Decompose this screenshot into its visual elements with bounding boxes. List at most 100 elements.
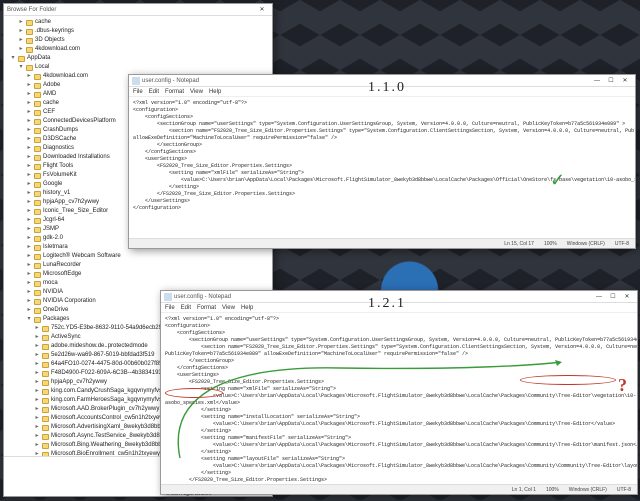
tree-node[interactable]: ▸3D Objects <box>6 36 270 45</box>
twisty-icon[interactable]: ▸ <box>26 216 32 225</box>
folder-icon <box>26 47 33 53</box>
twisty-icon[interactable]: ▸ <box>26 252 32 261</box>
twisty-icon[interactable]: ▸ <box>26 279 32 288</box>
twisty-icon[interactable]: ▸ <box>34 378 40 387</box>
twisty-icon[interactable]: ▸ <box>26 117 32 126</box>
tree-label: Microsoft.AAD.BrokerPlugin_cv7h2ywwy <box>51 405 159 414</box>
tree-label: NVIDIA <box>43 288 63 297</box>
np1-statusbar: Ln 15, Col 17 100% Windows (CRLF) UTF-8 <box>129 238 635 248</box>
twisty-icon[interactable]: ▾ <box>26 315 32 324</box>
tree-label: adobe.mideshow.de..protectedmode <box>51 342 148 351</box>
twisty-icon[interactable]: ▾ <box>10 54 16 63</box>
folder-icon <box>34 272 41 278</box>
maximize-icon[interactable]: ☐ <box>604 75 618 86</box>
tree-node[interactable]: ▸.dbus-keyrings <box>6 27 270 36</box>
folder-icon <box>34 119 41 125</box>
tree-label: Logitech® Webcam Software <box>43 252 121 261</box>
twisty-icon[interactable]: ▸ <box>34 423 40 432</box>
twisty-icon[interactable]: ▸ <box>26 225 32 234</box>
folder-icon <box>26 38 33 44</box>
folder-icon <box>34 173 41 179</box>
twisty-icon[interactable]: ▸ <box>34 369 40 378</box>
tree-label: CEF <box>43 108 55 117</box>
twisty-icon[interactable]: ▸ <box>18 45 24 54</box>
tree-label: Iconic_Tree_Size_Editor <box>43 207 108 216</box>
twisty-icon[interactable]: ▸ <box>34 414 40 423</box>
twisty-icon[interactable]: ▸ <box>26 99 32 108</box>
twisty-icon[interactable]: ▸ <box>34 333 40 342</box>
twisty-icon[interactable]: ▸ <box>26 81 32 90</box>
np1-textarea[interactable]: <?xml version="1.0" encoding="utf-8"?> <… <box>129 97 635 215</box>
menu-file[interactable]: File <box>133 89 143 95</box>
twisty-icon[interactable]: ▸ <box>18 27 24 36</box>
menu-view[interactable]: View <box>190 89 203 95</box>
np1-eol: Windows (CRLF) <box>567 241 605 247</box>
twisty-icon[interactable]: ▸ <box>26 261 32 270</box>
twisty-icon[interactable]: ▸ <box>26 180 32 189</box>
menu-help[interactable]: Help <box>209 89 221 95</box>
twisty-icon[interactable]: ▸ <box>26 108 32 117</box>
np1-menubar[interactable]: File Edit Format View Help <box>129 87 635 97</box>
minimize-icon[interactable]: — <box>590 75 604 86</box>
twisty-icon[interactable]: ▸ <box>18 36 24 45</box>
tree-node[interactable]: ▸moca <box>6 279 270 288</box>
twisty-icon[interactable]: ▸ <box>26 144 32 153</box>
menu-format[interactable]: Format <box>165 89 184 95</box>
twisty-icon[interactable]: ▸ <box>26 243 32 252</box>
twisty-icon[interactable]: ▸ <box>34 396 40 405</box>
folder-icon <box>42 344 49 350</box>
tree-node[interactable]: ▸cache <box>6 18 270 27</box>
tree-node[interactable]: ▾AppData <box>6 54 270 63</box>
tree-node[interactable]: ▾Local <box>6 63 270 72</box>
folder-icon <box>42 398 49 404</box>
twisty-icon[interactable]: ▸ <box>26 171 32 180</box>
tree-label: Downloaded Installations <box>43 153 110 162</box>
folder-icon <box>42 335 49 341</box>
twisty-icon[interactable]: ▸ <box>26 153 32 162</box>
twisty-icon[interactable]: ▸ <box>26 207 32 216</box>
twisty-icon[interactable]: ▸ <box>26 72 32 81</box>
tree-label: hpjaApp_cv7h2ywwy <box>43 198 99 207</box>
folder-icon <box>26 65 33 71</box>
folder-icon <box>34 92 41 98</box>
tree-node[interactable]: ▸LunaRecorder <box>6 261 270 270</box>
np1-titlebar[interactable]: user.config - Notepad — ☐ ✕ <box>129 75 635 87</box>
twisty-icon[interactable]: ▸ <box>34 405 40 414</box>
twisty-icon[interactable]: ▸ <box>26 198 32 207</box>
twisty-icon[interactable]: ▸ <box>26 189 32 198</box>
twisty-icon[interactable]: ▸ <box>34 387 40 396</box>
tree-label: ConnectedDevicesPlatform <box>43 117 116 126</box>
close-icon[interactable]: ✕ <box>255 4 269 15</box>
twisty-icon[interactable]: ▸ <box>34 360 40 369</box>
twisty-icon[interactable]: ▸ <box>26 234 32 243</box>
tree-label: OneDrive <box>43 306 68 315</box>
tree-node[interactable]: ▸MicrosoftEdge <box>6 270 270 279</box>
twisty-icon[interactable]: ▸ <box>26 135 32 144</box>
twisty-icon[interactable]: ▸ <box>34 432 40 441</box>
twisty-icon[interactable]: ▸ <box>26 270 32 279</box>
tree-node[interactable]: ▸ Logitech® Webcam Software <box>6 252 270 261</box>
tree-node[interactable]: ▸ 4kdownload.com <box>6 45 270 54</box>
twisty-icon[interactable]: ▸ <box>34 351 40 360</box>
twisty-icon[interactable]: ▸ <box>18 18 24 27</box>
menu-edit[interactable]: Edit <box>149 89 159 95</box>
folder-icon <box>34 263 41 269</box>
twisty-icon[interactable]: ▸ <box>26 297 32 306</box>
twisty-icon[interactable]: ▸ <box>34 441 40 450</box>
tree-label: 4kdownload.com <box>35 45 80 54</box>
tree-label: Packages <box>43 315 69 324</box>
twisty-icon[interactable]: ▸ <box>34 324 40 333</box>
twisty-icon[interactable]: ▸ <box>26 90 32 99</box>
browse-titlebar[interactable]: Browse For Folder ✕ <box>4 4 272 16</box>
twisty-icon[interactable]: ▸ <box>26 306 32 315</box>
folder-icon <box>18 56 25 62</box>
twisty-icon[interactable]: ▸ <box>26 288 32 297</box>
twisty-icon[interactable]: ▸ <box>26 162 32 171</box>
twisty-icon[interactable]: ▸ <box>34 450 40 456</box>
folder-icon <box>34 227 41 233</box>
twisty-icon[interactable]: ▸ <box>34 342 40 351</box>
close-icon[interactable]: ✕ <box>618 75 632 86</box>
twisty-icon[interactable]: ▾ <box>18 63 24 72</box>
twisty-icon[interactable]: ▸ <box>26 126 32 135</box>
tree-label: Adobe <box>43 81 60 90</box>
